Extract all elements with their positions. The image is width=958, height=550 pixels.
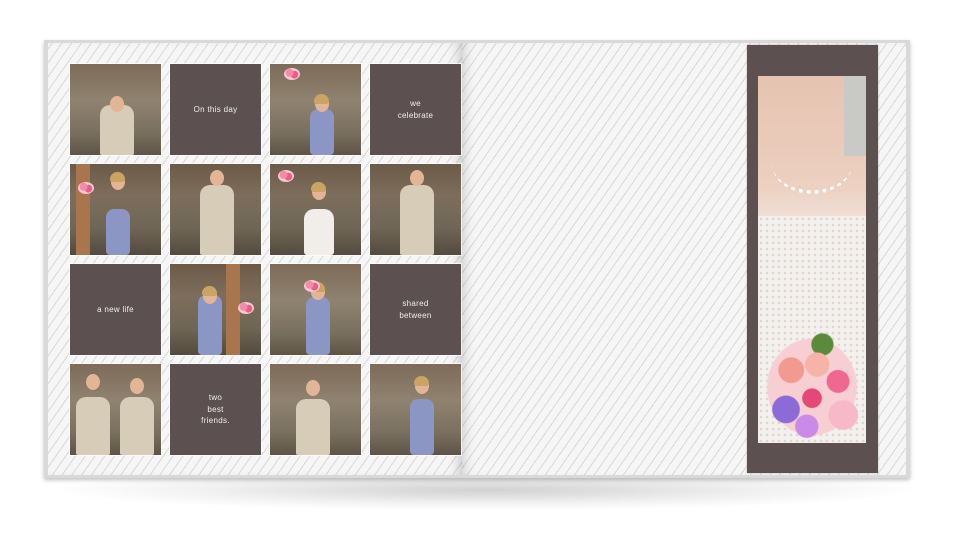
- photo-tile-groom-smiling: [270, 364, 361, 455]
- right-page: [462, 43, 906, 475]
- bride-portrait-photo: [758, 76, 866, 443]
- photo-tile-bride-bouquet: [270, 164, 361, 255]
- photo-tile-groomsmen-pair: [70, 364, 161, 455]
- left-page: On this day we celebrate a new life shar…: [48, 43, 462, 475]
- photo-tile-bridesmaid-posing: [70, 164, 161, 255]
- tile-caption: shared between: [399, 298, 432, 320]
- photo-tile-bridesmaid-bouquet: [270, 64, 361, 155]
- tile-caption: we celebrate: [397, 98, 434, 120]
- tile-caption: two best friends.: [201, 393, 230, 426]
- text-tile: we celebrate: [370, 64, 461, 155]
- photo-tile-bridesmaid-cheering: [270, 264, 361, 355]
- photo-book: On this day we celebrate a new life shar…: [44, 40, 910, 478]
- photo-tile-bridesmaid-dancing: [170, 264, 261, 355]
- tile-caption: a new life: [97, 304, 134, 314]
- photo-tile-groomsmen-waving: [170, 164, 261, 255]
- accent-strip: [747, 45, 878, 473]
- tile-caption: On this day: [193, 104, 238, 114]
- photo-tile-bridesmaid-arms-out: [370, 364, 461, 455]
- text-tile: On this day: [170, 64, 261, 155]
- photo-tile-groom-jumping: [70, 64, 161, 155]
- photo-tile-groom-suit: [370, 164, 461, 255]
- bridal-bouquet: [760, 331, 864, 443]
- text-tile: shared between: [370, 264, 461, 355]
- pearl-necklace: [772, 134, 852, 194]
- text-tile: two best friends.: [170, 364, 261, 455]
- text-tile: a new life: [70, 264, 161, 355]
